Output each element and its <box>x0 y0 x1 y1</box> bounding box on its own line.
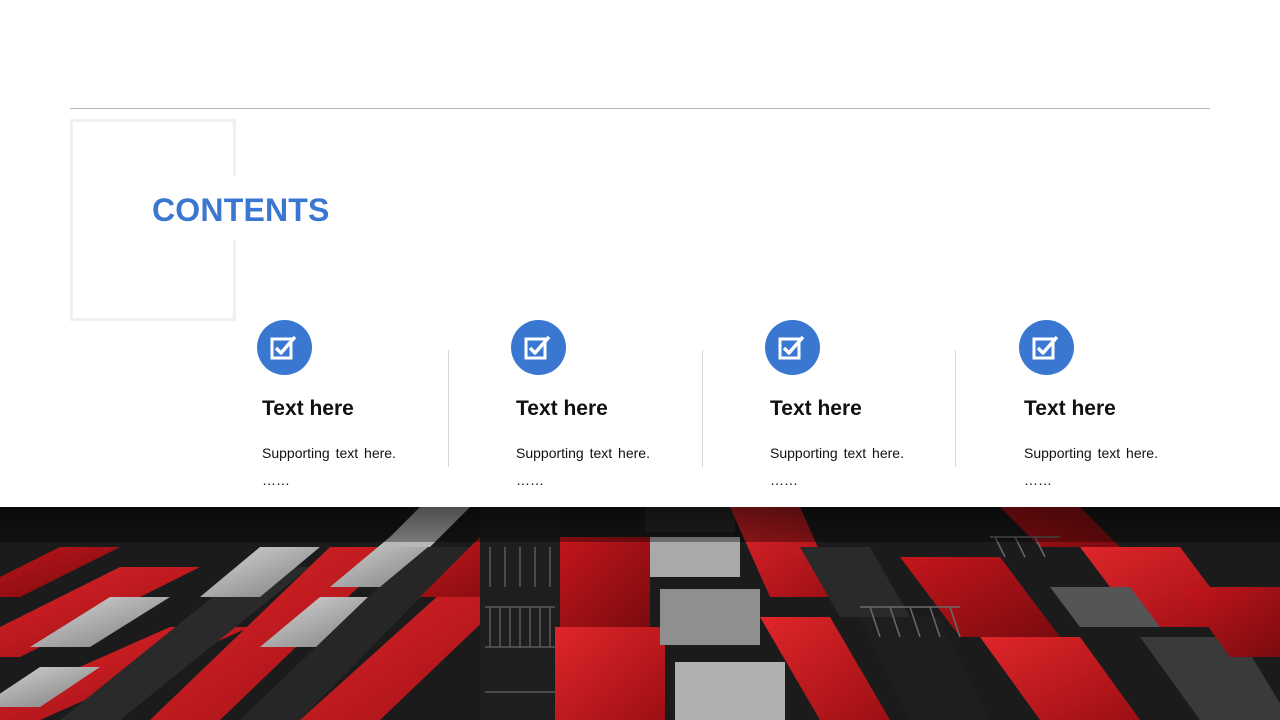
checkbox-edit-icon <box>765 320 820 375</box>
item-supporting-text: Supporting text here. <box>516 445 650 461</box>
top-divider-line <box>70 108 1210 109</box>
item-title: Text here <box>516 397 608 420</box>
item-title: Text here <box>1024 397 1116 420</box>
checkbox-edit-icon <box>511 320 566 375</box>
item-title: Text here <box>262 397 354 420</box>
item-title: Text here <box>770 397 862 420</box>
building-facade-image <box>0 507 1280 720</box>
item-supporting-text: Supporting text here. <box>770 445 904 461</box>
checkbox-edit-icon <box>257 320 312 375</box>
slide-title: CONTENTS <box>152 192 330 228</box>
item-ellipsis: …… <box>516 472 544 488</box>
item-supporting-text: Supporting text here. <box>1024 445 1158 461</box>
contents-slide: CONTENTS Text here Supporting text here.… <box>0 0 1280 720</box>
column-divider <box>448 350 449 467</box>
item-ellipsis: …… <box>1024 472 1052 488</box>
item-ellipsis: …… <box>770 472 798 488</box>
checkbox-edit-icon <box>1019 320 1074 375</box>
column-divider <box>702 350 703 467</box>
column-divider <box>955 350 956 467</box>
item-ellipsis: …… <box>262 472 290 488</box>
item-supporting-text: Supporting text here. <box>262 445 396 461</box>
